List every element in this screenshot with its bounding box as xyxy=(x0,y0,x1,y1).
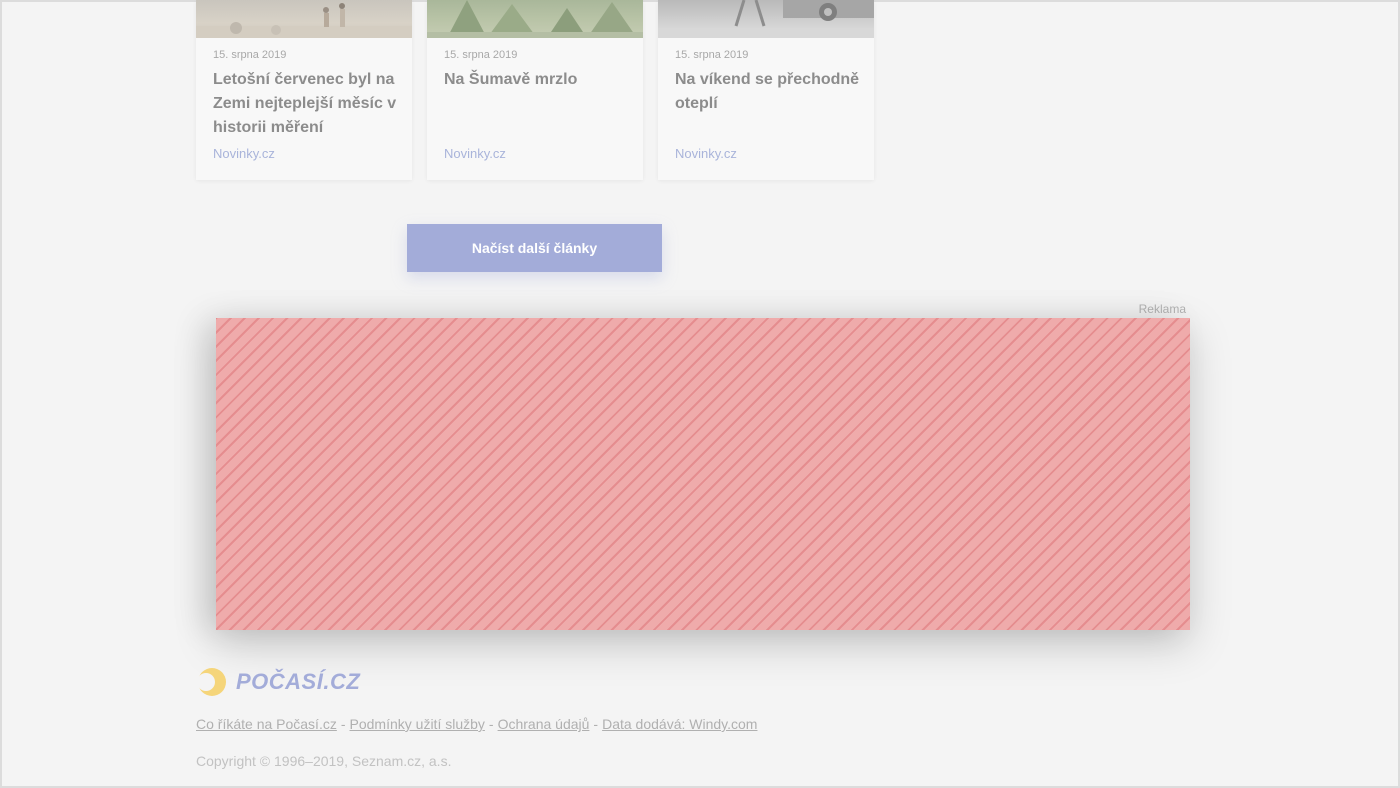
footer-separator: - xyxy=(340,716,346,732)
article-source[interactable]: Novinky.cz xyxy=(213,146,275,161)
article-card[interactable]: 15. srpna 2019 Na víkend se přechodně ot… xyxy=(658,0,874,180)
article-title[interactable]: Na Šumavě mrzlo xyxy=(444,68,631,92)
article-thumbnail[interactable] xyxy=(196,0,412,38)
footer-separator: - xyxy=(593,716,599,732)
article-source[interactable]: Novinky.cz xyxy=(444,146,506,161)
article-thumbnail[interactable] xyxy=(658,0,874,38)
footer-link-terms[interactable]: Podmínky užití služby xyxy=(350,716,485,732)
article-date: 15. srpna 2019 xyxy=(213,49,287,61)
article-cards: 15. srpna 2019 Letošní červenec byl na Z… xyxy=(196,0,874,180)
article-date: 15. srpna 2019 xyxy=(675,49,749,61)
article-date: 15. srpna 2019 xyxy=(444,49,518,61)
sun-logo-icon xyxy=(197,668,226,696)
footer-links: Co říkáte na Počasí.cz - Podmínky užití sl… xyxy=(196,716,757,732)
load-more-articles-button[interactable]: Načíst další články xyxy=(407,224,662,272)
footer-link-feedback[interactable]: Co říkáte na Počasí.cz xyxy=(196,716,337,732)
article-card[interactable]: 15. srpna 2019 Letošní červenec byl na Z… xyxy=(196,0,412,180)
logo-text: POČASÍ.CZ xyxy=(236,669,361,694)
copyright: Copyright © 1996–2019, Seznam.cz, a.s. xyxy=(196,753,452,769)
footer-separator: - xyxy=(488,716,494,732)
footer-logo[interactable]: POČASÍ.CZ xyxy=(196,666,360,698)
footer-link-data-provider[interactable]: Data dodává: Windy.com xyxy=(602,716,757,732)
article-thumbnail[interactable] xyxy=(427,0,643,38)
article-title[interactable]: Na víkend se přechodně oteplí xyxy=(675,68,862,116)
article-card[interactable]: 15. srpna 2019 Na Šumavě mrzlo Novinky.c… xyxy=(427,0,643,180)
ad-label: Reklama xyxy=(1138,302,1186,316)
article-source[interactable]: Novinky.cz xyxy=(675,146,737,161)
article-title[interactable]: Letošní červenec byl na Zemi nejteplejší… xyxy=(213,68,400,140)
footer-link-privacy[interactable]: Ochrana údajů xyxy=(498,716,590,732)
ad-placeholder[interactable] xyxy=(216,318,1190,630)
